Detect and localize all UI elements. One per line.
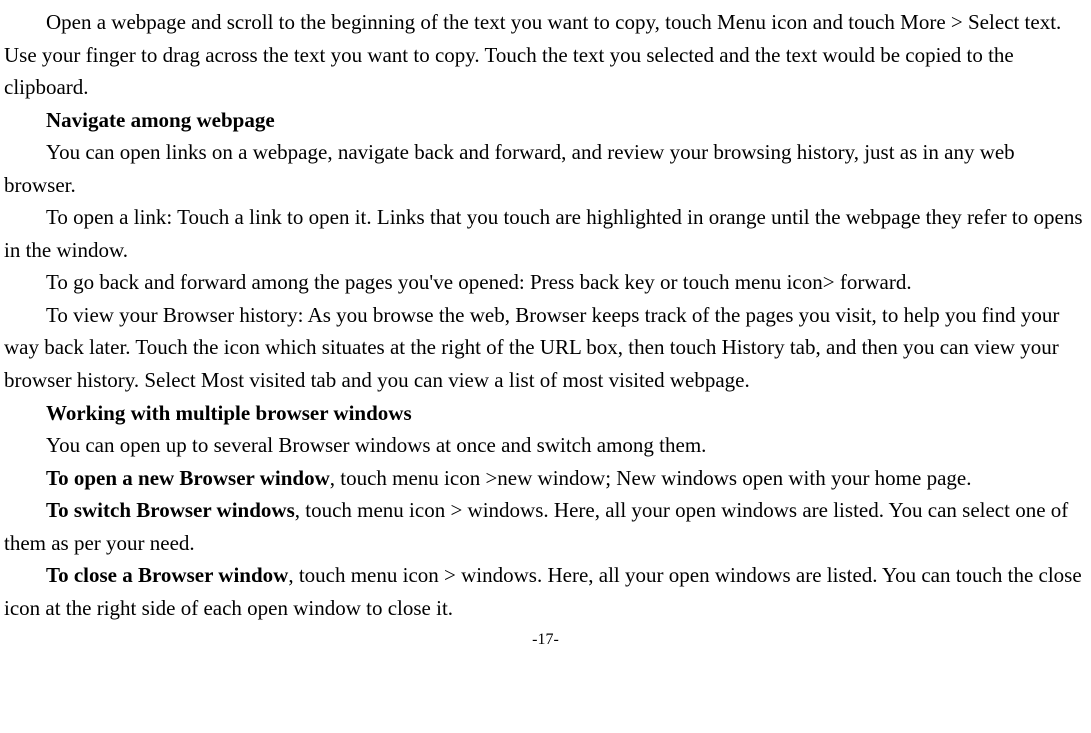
paragraph-navigate-intro: You can open links on a webpage, navigat… (4, 136, 1087, 201)
paragraph-browser-history: To view your Browser history: As you bro… (4, 299, 1087, 397)
paragraph-open-new-window: To open a new Browser window, touch menu… (4, 462, 1087, 495)
label-open-new-window: To open a new Browser window (46, 466, 330, 490)
document-page: Open a webpage and scroll to the beginni… (0, 0, 1091, 653)
paragraph-switch-windows: To switch Browser windows, touch menu ic… (4, 494, 1087, 559)
paragraph-back-forward: To go back and forward among the pages y… (4, 266, 1087, 299)
label-switch-windows: To switch Browser windows (46, 498, 295, 522)
text-open-new-window: , touch menu icon >new window; New windo… (330, 466, 972, 490)
paragraph-open-link: To open a link: Touch a link to open it.… (4, 201, 1087, 266)
heading-multiple-windows: Working with multiple browser windows (4, 397, 1087, 430)
page-number: -17- (4, 628, 1087, 653)
label-close-window: To close a Browser window (46, 563, 288, 587)
paragraph-copy-text: Open a webpage and scroll to the beginni… (4, 6, 1087, 104)
paragraph-close-window: To close a Browser window, touch menu ic… (4, 559, 1087, 624)
paragraph-multiple-windows-intro: You can open up to several Browser windo… (4, 429, 1087, 462)
heading-navigate: Navigate among webpage (4, 104, 1087, 137)
